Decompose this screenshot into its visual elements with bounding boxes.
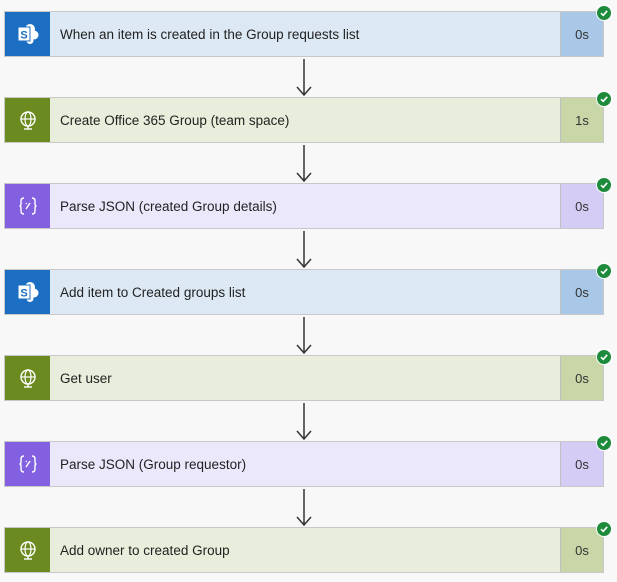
step-label: Parse JSON (created Group details) [50,184,560,228]
flow-step-trigger[interactable]: S When an item is created in the Group r… [4,5,612,57]
step-label: Create Office 365 Group (team space) [50,98,560,142]
globe-icon [5,98,50,142]
step-label: Get user [50,356,560,400]
step-label: Add owner to created Group [50,528,560,572]
flow-step-parse-json-group[interactable]: Parse JSON (created Group details) 0s [4,177,612,229]
step-label: Parse JSON (Group requestor) [50,442,560,486]
flow-arrow-icon [296,489,312,527]
globe-icon [5,356,50,400]
flow-arrow-icon [296,59,312,97]
step-duration: 1s [560,98,603,142]
step-duration: 0s [560,270,603,314]
step-duration: 0s [560,184,603,228]
flow-step-add-owner[interactable]: Add owner to created Group 0s [4,521,612,573]
flow-arrow-icon [296,317,312,355]
success-check-icon [596,349,612,365]
success-check-icon [596,91,612,107]
step-duration: 0s [560,356,603,400]
svg-text:S: S [20,288,27,300]
braces-icon [5,184,50,228]
flow-arrow-icon [296,231,312,269]
success-check-icon [596,521,612,537]
success-check-icon [596,435,612,451]
success-check-icon [596,5,612,21]
flow-step-get-user[interactable]: Get user 0s [4,349,612,401]
step-label: When an item is created in the Group req… [50,12,560,56]
step-duration: 0s [560,442,603,486]
globe-icon [5,528,50,572]
success-check-icon [596,263,612,279]
success-check-icon [596,177,612,193]
flow-arrow-icon [296,403,312,441]
flow-step-parse-json-requestor[interactable]: Parse JSON (Group requestor) 0s [4,435,612,487]
step-duration: 0s [560,12,603,56]
flow-arrow-icon [296,145,312,183]
braces-icon [5,442,50,486]
sharepoint-icon: S [5,270,50,314]
step-duration: 0s [560,528,603,572]
step-label: Add item to Created groups list [50,270,560,314]
sharepoint-icon: S [5,12,50,56]
svg-text:S: S [20,30,27,42]
flow-step-add-item[interactable]: S Add item to Created groups list 0s [4,263,612,315]
flow-step-create-group[interactable]: Create Office 365 Group (team space) 1s [4,91,612,143]
